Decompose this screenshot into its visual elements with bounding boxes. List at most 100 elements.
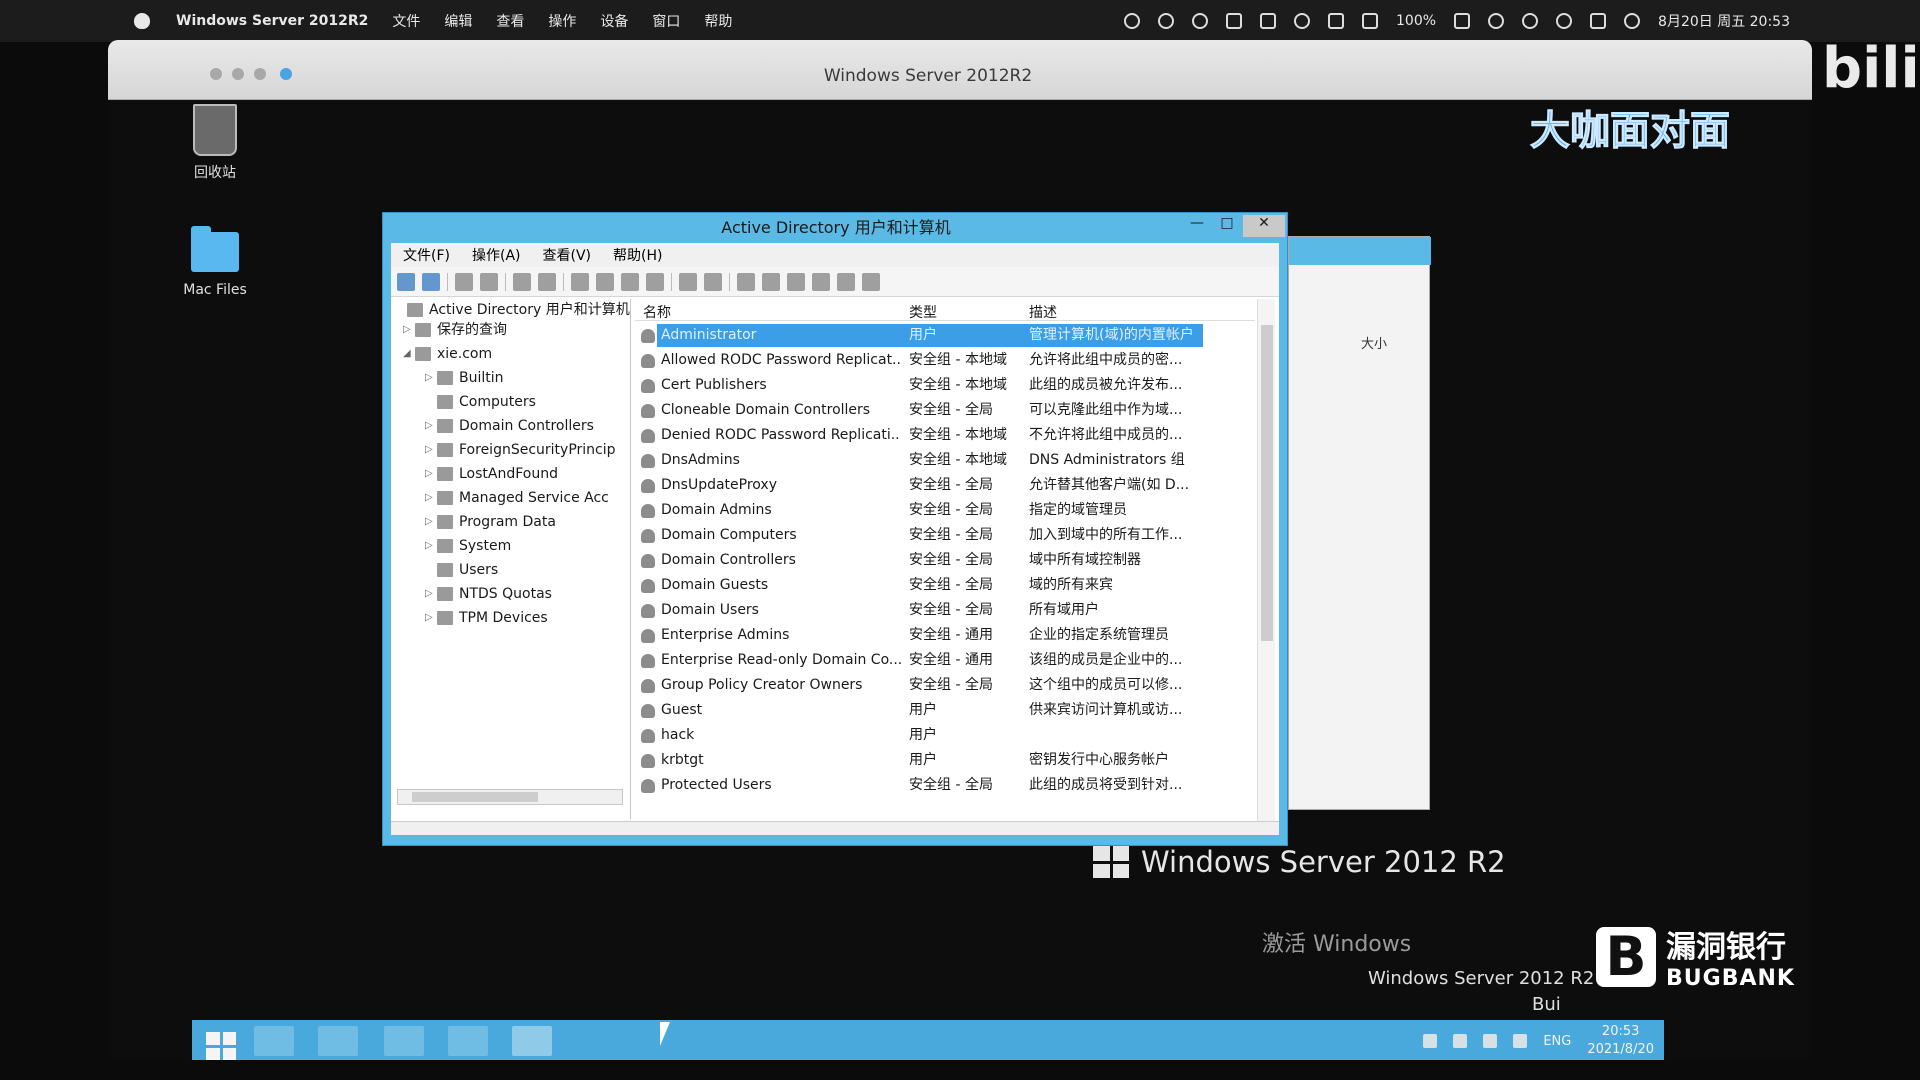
find-icon[interactable] [837,272,855,291]
tree-expander[interactable]: ▷ [403,319,415,341]
delete-icon[interactable] [571,272,589,291]
screen-share-icon[interactable] [1260,13,1276,29]
server-manager-icon[interactable] [254,1026,294,1056]
bell-icon[interactable] [1192,13,1208,29]
maximize-button[interactable]: □ [1213,215,1241,237]
cut-icon[interactable] [513,272,531,291]
app-name-menu[interactable]: Windows Server 2012R2 [176,13,368,29]
battery-icon[interactable] [1454,13,1471,29]
tree-item-program-data[interactable]: ▷ Program Data [425,511,556,533]
volume-icon[interactable] [1328,13,1344,29]
tree-item-builtin[interactable]: ▷ Builtin [425,367,504,389]
background-explorer-window[interactable]: 大小 [1288,236,1431,810]
properties-icon[interactable] [596,272,614,291]
tree-item-computers[interactable]: Computers [425,391,536,413]
tree-item-foreign-security[interactable]: ▷ ForeignSecurityPrincip [425,439,616,461]
table-row[interactable]: Cert Publishers 安全组 - 本地域 此组的成员被允许发布... [635,373,1255,398]
tree-expander[interactable]: ▷ [425,415,437,437]
tree-expander[interactable]: ▷ [425,535,437,557]
ad-menu-help[interactable]: 帮助(H) [613,245,662,265]
ad-window-title[interactable]: Active Directory 用户和计算机 [383,213,1289,243]
tree-item-domain-controllers[interactable]: ▷ Domain Controllers [425,415,594,437]
refresh-icon[interactable] [621,272,639,291]
minimize-button[interactable]: — [1183,215,1211,237]
menu-help[interactable]: 帮助 [704,11,732,31]
background-window-title-bar[interactable] [1289,237,1431,265]
table-row[interactable]: Guest 用户 供来宾访问计算机或访... [635,698,1255,723]
tree-item-domain[interactable]: ◢ xie.com [403,343,492,365]
up-folder-icon[interactable] [455,272,473,291]
close-button[interactable]: ✕ [1243,215,1285,237]
user-icon[interactable] [1522,13,1539,29]
help-icon[interactable] [679,272,697,291]
tree-item-root[interactable]: Active Directory 用户和计算机 [395,299,630,321]
new-ou-icon[interactable] [787,272,805,291]
export-list-icon[interactable] [646,272,664,291]
siri-icon[interactable] [1624,13,1641,29]
menu-devices[interactable]: 设备 [600,11,628,31]
mac-files-shortcut[interactable]: Mac Files [160,226,270,298]
new-group-icon[interactable] [762,272,780,291]
back-arrow-icon[interactable] [397,272,415,291]
wifi-icon[interactable] [1488,13,1505,29]
input-method-icon[interactable] [1362,13,1378,29]
forward-arrow-icon[interactable] [422,272,440,291]
ad-menu-file[interactable]: 文件(F) [403,245,450,265]
tree-item-managed-service[interactable]: ▷ Managed Service Acc [425,487,609,509]
tree-item-users[interactable]: Users [425,559,498,581]
tree-expander[interactable]: ▷ [425,583,437,605]
powershell-icon[interactable] [318,1026,358,1056]
column-header-type[interactable]: 类型 [909,302,937,322]
table-row[interactable]: Domain Users 安全组 - 全局 所有域用户 [635,598,1255,623]
network-icon[interactable] [1453,1034,1468,1048]
copy-icon[interactable] [538,272,556,291]
table-row[interactable]: Domain Computers 安全组 - 全局 加入到域中的所有工作... [635,523,1255,548]
search-icon[interactable] [1556,13,1573,29]
column-header-description[interactable]: 描述 [1029,302,1057,322]
gear-icon[interactable] [1124,13,1140,29]
column-header-name[interactable]: 名称 [643,302,671,322]
tree-expander[interactable]: ◢ [403,343,415,365]
ad-users-taskbar-icon[interactable] [512,1026,552,1056]
table-row[interactable]: Allowed RODC Password Replicat... 安全组 - 本… [635,348,1255,373]
menubar-clock[interactable]: 8月20日 周五 20:53 [1658,11,1790,31]
table-row[interactable]: Denied RODC Password Replicati... 安全组 - 本… [635,423,1255,448]
tree-expander[interactable]: ▷ [425,511,437,533]
list-vertical-scrollbar[interactable] [1257,299,1275,821]
menu-file[interactable]: 文件 [392,11,420,31]
table-row[interactable]: Domain Admins 安全组 - 全局 指定的域管理员 [635,498,1255,523]
tree-horizontal-scrollbar[interactable] [397,789,623,805]
scrollbar-thumb[interactable] [412,792,538,802]
table-row[interactable]: DnsAdmins 安全组 - 本地域 DNS Administrators 组 [635,448,1255,473]
aperture-icon[interactable] [1294,13,1310,29]
tree-item-system[interactable]: ▷ System [425,535,511,557]
chat-icon[interactable] [1158,13,1174,29]
tree-expander[interactable]: ▷ [425,487,437,509]
tree-expander[interactable]: ▷ [425,439,437,461]
scrollbar-thumb[interactable] [1261,325,1273,641]
ad-menu-action[interactable]: 操作(A) [472,245,521,265]
tree-item-saved-queries[interactable]: ▷ 保存的查询 [403,319,507,341]
table-row[interactable]: Enterprise Read-only Domain Co... 安全组 - 通… [635,648,1255,673]
apple-icon[interactable] [134,13,150,29]
word-icon[interactable] [1226,13,1242,29]
filter-icon[interactable] [812,272,830,291]
recycle-bin-shortcut[interactable]: 回收站 [160,104,270,182]
details-view-icon[interactable] [704,272,722,291]
table-row[interactable]: Domain Controllers 安全组 - 全局 域中所有域控制器 [635,548,1255,573]
size-column-header[interactable]: 大小 [1361,333,1387,352]
volume-icon[interactable] [1513,1034,1528,1048]
tree-expander[interactable]: ▷ [425,367,437,389]
tree-item-lost-and-found[interactable]: ▷ LostAndFound [425,463,558,485]
menu-edit[interactable]: 编辑 [444,11,472,31]
menu-view[interactable]: 查看 [496,11,524,31]
file-explorer-icon[interactable] [384,1026,424,1056]
table-row[interactable]: Group Policy Creator Owners 安全组 - 全局 这个组中的… [635,673,1255,698]
tree-expander[interactable]: ▷ [425,607,437,629]
ad-menu-view[interactable]: 查看(V) [543,245,592,265]
tree-expander[interactable]: ▷ [425,463,437,485]
table-row[interactable]: Administrator 用户 管理计算机(域)的内置帐户 [635,323,1255,348]
new-user-icon[interactable] [737,272,755,291]
table-row[interactable]: hack 用户 [635,723,1255,748]
table-row[interactable]: krbtgt 用户 密钥发行中心服务帐户 [635,748,1255,773]
